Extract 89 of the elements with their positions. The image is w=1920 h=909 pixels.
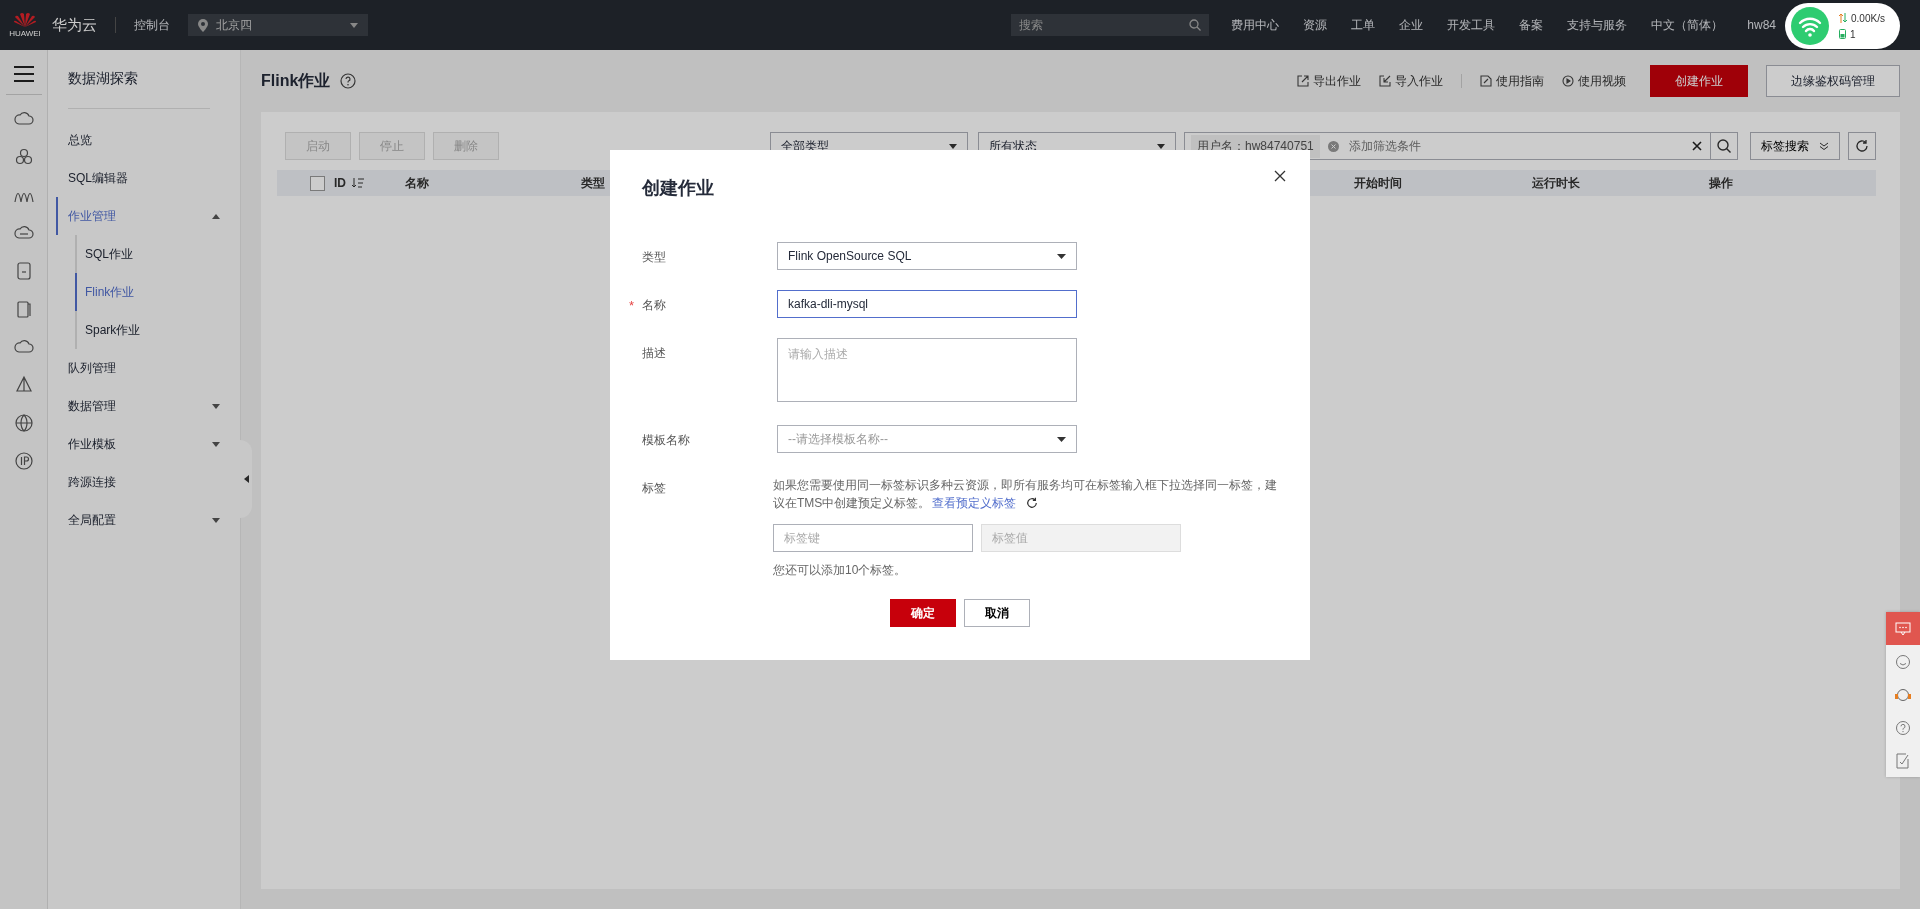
nav-link[interactable]: 企业: [1387, 16, 1436, 34]
tag-search-button[interactable]: 标签搜索: [1750, 132, 1840, 160]
network-speed: 0.00K/s: [1839, 12, 1885, 24]
tag-limit-note: 您还可以添加10个标签。: [773, 562, 908, 579]
sidebar-item[interactable]: 作业模板: [68, 425, 220, 463]
brand-name[interactable]: 华为云: [52, 15, 97, 35]
nav-link[interactable]: 开发工具: [1435, 16, 1508, 34]
required-mark: *: [629, 298, 635, 313]
user-name[interactable]: hw84: [1735, 18, 1788, 32]
sort-icon[interactable]: [352, 178, 364, 188]
globe-icon[interactable]: [13, 413, 34, 433]
tag-hint-text: 如果您需要使用同一标签标识多种云资源，即所有服务均可在标签输入框下拉选择同一标签，建议在TMS中创建预定义标签。 查看预定义标签: [773, 477, 1278, 512]
console-link[interactable]: 控制台: [134, 16, 170, 34]
close-icon[interactable]: [1274, 170, 1286, 182]
create-button[interactable]: 创建作业: [1650, 65, 1748, 97]
search-icon: [1717, 139, 1731, 153]
nav-link[interactable]: 支持与服务: [1555, 16, 1640, 34]
search-icon[interactable]: [1189, 19, 1202, 31]
sidebar-subitem[interactable]: Flink作业: [75, 273, 220, 311]
double-chevron-icon: [1819, 142, 1829, 150]
connection-count: 1: [1839, 28, 1885, 40]
name-input-field[interactable]: kafka-dli-mysql: [777, 290, 1077, 318]
help-icon[interactable]: [340, 73, 357, 89]
sidebar-item[interactable]: 总览: [68, 121, 220, 159]
action-link[interactable]: 导入作业: [1379, 72, 1443, 90]
column-header: 名称: [405, 174, 429, 192]
logo-text: HUAWEI: [9, 29, 41, 38]
select-field[interactable]: Flink OpenSource SQL: [777, 242, 1077, 270]
field-label: 模板名称: [642, 433, 690, 447]
region-select[interactable]: 北京四: [188, 14, 368, 36]
cancel-button[interactable]: 取消: [964, 599, 1030, 627]
caret-icon: [350, 22, 358, 28]
play-icon: [1562, 75, 1574, 87]
sidebar-subitem[interactable]: SQL作业: [75, 235, 220, 273]
description-field[interactable]: 请输入描述: [777, 338, 1077, 402]
remove-icon[interactable]: [1327, 140, 1339, 152]
nav-link[interactable]: 中文（简体）: [1639, 16, 1736, 34]
sidebar-item[interactable]: 作业管理: [56, 197, 220, 235]
sidebar-item[interactable]: 队列管理: [68, 349, 220, 387]
collapse-handle[interactable]: [240, 440, 252, 518]
confirm-button[interactable]: 确定: [890, 599, 956, 627]
menu-icon[interactable]: [13, 66, 34, 82]
field-label: 描述: [642, 346, 666, 360]
location-icon: [198, 18, 208, 32]
column-header: ID: [334, 176, 364, 190]
column-header: 开始时间: [1354, 174, 1402, 192]
pyramid-icon[interactable]: [13, 375, 34, 395]
wifi-icon: [1791, 7, 1829, 45]
export-icon: [1297, 75, 1309, 87]
clear-icon[interactable]: [1692, 141, 1702, 151]
caret-icon: [1057, 253, 1066, 259]
sidebar-item[interactable]: SQL编辑器: [68, 159, 220, 197]
ip-icon[interactable]: [13, 451, 34, 471]
caret-icon: [1057, 436, 1066, 442]
nav-link[interactable]: 工单: [1339, 16, 1388, 34]
sidebar-item[interactable]: 数据管理: [68, 387, 220, 425]
sidebar-subitem[interactable]: Spark作业: [75, 311, 220, 349]
action-link[interactable]: 使用指南: [1480, 72, 1544, 90]
search-field[interactable]: 搜索: [1011, 14, 1210, 36]
column-header: 类型: [581, 174, 605, 192]
action-link[interactable]: 导出作业: [1297, 72, 1361, 90]
nav-link[interactable]: 备案: [1507, 16, 1556, 34]
column-header: 操作: [1709, 174, 1733, 192]
refresh-icon: [1855, 139, 1869, 153]
collapse-arrow-icon: [243, 475, 249, 483]
manage-button[interactable]: 边缘鉴权码管理: [1766, 65, 1900, 97]
logo-icon[interactable]: [13, 12, 37, 28]
nav-link[interactable]: 资源: [1291, 16, 1340, 34]
field-label: 名称: [642, 298, 666, 312]
field-label: 类型: [642, 250, 666, 264]
circles-icon[interactable]: [13, 147, 34, 167]
refresh-icon[interactable]: [1026, 497, 1039, 509]
edit-icon: [1480, 75, 1492, 87]
checkbox[interactable]: [310, 175, 325, 191]
nav-link[interactable]: 费用中心: [1219, 16, 1292, 34]
sidebar-item[interactable]: 跨源连接: [68, 463, 220, 501]
action-link[interactable]: 使用视频: [1562, 72, 1626, 90]
dialog-title: 创建作业: [642, 177, 715, 200]
phone-icon: [1839, 29, 1846, 39]
column-header: 运行时长: [1532, 174, 1580, 192]
refresh-button[interactable]: [1848, 132, 1876, 160]
up-down-arrows-icon: [1839, 13, 1847, 23]
page-title: Flink作业: [261, 70, 331, 91]
import-icon: [1379, 75, 1391, 87]
predefined-tags-link[interactable]: 查看预定义标签: [932, 496, 1017, 510]
service-title: 数据湖探索: [68, 69, 139, 88]
field-label: 标签: [642, 481, 666, 495]
sidebar-item[interactable]: 全局配置: [68, 501, 220, 539]
tag-key-field[interactable]: 标签键: [773, 524, 973, 552]
